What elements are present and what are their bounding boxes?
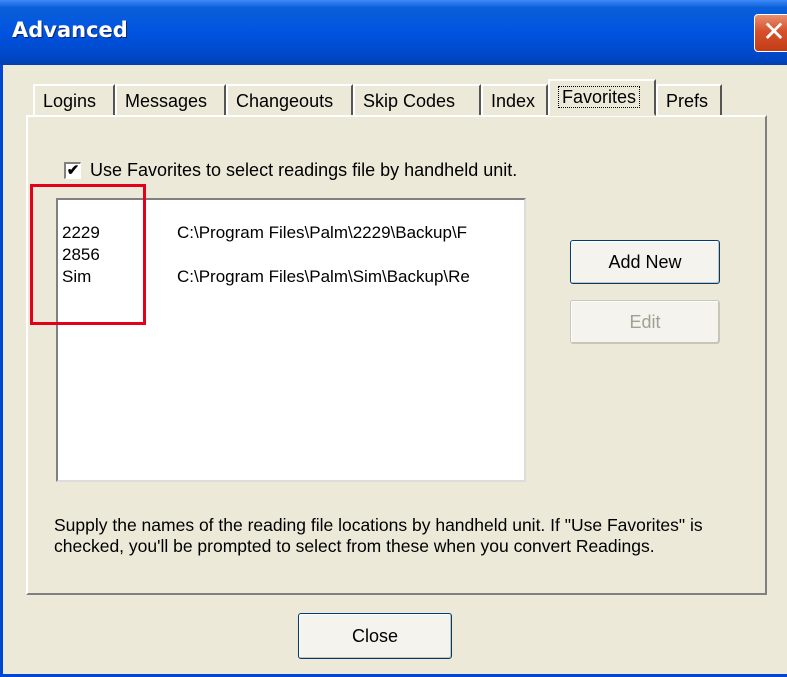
tab-index[interactable]: Index xyxy=(481,84,548,116)
help-text: Supply the names of the reading file loc… xyxy=(54,515,703,556)
tab-logins[interactable]: Logins xyxy=(33,84,115,116)
close-button[interactable]: Close xyxy=(298,613,452,659)
tab-prefs[interactable]: Prefs xyxy=(656,84,722,116)
tab-label: Favorites xyxy=(558,86,641,108)
window-title: Advanced xyxy=(12,18,128,42)
close-icon: ✕ xyxy=(762,15,786,48)
edit-button[interactable]: Edit xyxy=(570,300,720,344)
file-path: C:\Program Files\Palm\2229\Backup\F xyxy=(177,223,468,242)
file-path: C:\Program Files\Palm\Sim\Backup\Re xyxy=(177,267,470,286)
check-icon: ✔ xyxy=(66,162,80,179)
tab-label: Messages xyxy=(125,91,208,111)
tab-messages[interactable]: Messages xyxy=(115,84,226,116)
use-favorites-label[interactable]: Use Favorites to select readings file by… xyxy=(90,160,517,181)
tab-label: Prefs xyxy=(666,91,709,111)
tab-label: Skip Codes xyxy=(363,91,456,111)
tab-skip-codes[interactable]: Skip Codes xyxy=(353,84,481,116)
close-window-button[interactable]: ✕ xyxy=(754,14,787,52)
tab-label: Changeouts xyxy=(236,91,334,111)
tab-label: Index xyxy=(491,91,536,111)
use-favorites-checkbox[interactable]: ✔ xyxy=(64,162,81,179)
tab-label: Logins xyxy=(43,91,97,111)
tab-favorites[interactable]: Favorites xyxy=(548,79,656,116)
annotation-highlight-box xyxy=(30,184,146,325)
add-new-button[interactable]: Add New xyxy=(570,240,720,284)
tab-changeouts[interactable]: Changeouts xyxy=(226,84,353,116)
title-bar: Advanced ✕ xyxy=(0,0,787,65)
